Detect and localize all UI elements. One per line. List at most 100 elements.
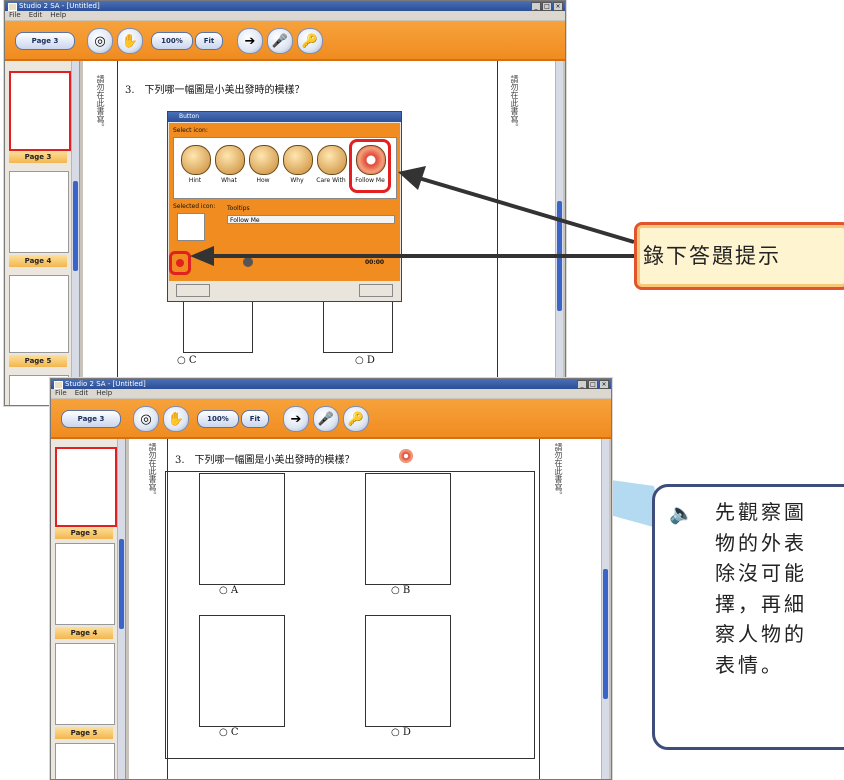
- circle-icon: ◎: [94, 33, 106, 49]
- close-button[interactable]: ×: [599, 380, 609, 389]
- thumbnail-page-6[interactable]: [55, 743, 115, 779]
- maximize-button[interactable]: □: [542, 2, 552, 11]
- follow-me-icon[interactable]: [399, 449, 413, 463]
- how-icon[interactable]: [249, 145, 279, 175]
- menu-edit[interactable]: Edit: [75, 389, 89, 398]
- scroll-thumb[interactable]: [73, 181, 78, 271]
- audio-tip-box: 🔈 先觀察圖 物的外表 除沒可能 擇，再細 察人物的 表情。: [652, 484, 844, 750]
- record-icon[interactable]: [176, 259, 184, 267]
- export-icon: ➔: [244, 33, 256, 49]
- key-button[interactable]: 🔑: [297, 28, 323, 54]
- toolbar: Page 3 ◎ ✋ 100% Fit ➔ 🎤 🔑: [5, 21, 565, 61]
- margin-note-left: 請勿在此書寫。: [148, 443, 157, 499]
- margin-note-right: 請勿在此書寫。: [554, 443, 563, 499]
- callout-text: 錄下答題提示: [643, 244, 781, 268]
- dialog-button-left[interactable]: [176, 284, 210, 297]
- thumbnail-page-4[interactable]: [55, 543, 115, 625]
- select-icon-label: Select icon:: [173, 127, 208, 134]
- dialog-title: Button: [168, 112, 401, 122]
- view-button[interactable]: ◎: [133, 406, 159, 432]
- hand-icon: ✋: [121, 33, 139, 49]
- document-scrollbar[interactable]: [601, 439, 609, 779]
- scroll-thumb[interactable]: [603, 569, 608, 699]
- fit-button[interactable]: Fit: [241, 410, 269, 428]
- option-a-image[interactable]: [199, 473, 285, 585]
- follow-me-icon[interactable]: [356, 145, 386, 175]
- menu-bar: File Edit Help: [5, 11, 565, 20]
- key-button[interactable]: 🔑: [343, 406, 369, 432]
- selected-icon-label: Selected icon:: [173, 203, 216, 210]
- thumbnail-page-3[interactable]: [9, 71, 71, 151]
- page-thumbnail-panel: Page 3 Page 4 Page 5: [5, 61, 80, 405]
- menu-edit[interactable]: Edit: [29, 11, 43, 20]
- why-icon[interactable]: [283, 145, 313, 175]
- close-button[interactable]: ×: [553, 2, 563, 11]
- record-button[interactable]: 🎤: [267, 28, 293, 54]
- export-icon: ➔: [290, 411, 302, 427]
- tooltip-value: Follow Me: [230, 217, 260, 224]
- thumbnail-scrollbar[interactable]: [117, 439, 125, 779]
- window-title: Studio 2 SA - [Untitled]: [65, 380, 146, 388]
- key-icon: 🔑: [347, 411, 365, 427]
- option-c-label[interactable]: ○ C: [177, 355, 197, 366]
- thumbnail-page-4[interactable]: [9, 171, 69, 253]
- option-c-label[interactable]: ○ C: [219, 727, 239, 738]
- hand-tool-button[interactable]: ✋: [117, 28, 143, 54]
- bottom-app-window: Studio 2 SA - [Untitled] _ □ × File Edit…: [50, 378, 612, 780]
- follow-me-label: Follow Me: [355, 177, 385, 184]
- window-title: Studio 2 SA - [Untitled]: [19, 2, 100, 10]
- zoom-control[interactable]: 100%: [197, 410, 239, 428]
- app-icon: [8, 3, 17, 11]
- page-nav-label: Page 3: [31, 37, 59, 45]
- option-b-image[interactable]: [365, 473, 451, 585]
- menu-help[interactable]: Help: [96, 389, 112, 398]
- zoom-control[interactable]: 100%: [151, 32, 193, 50]
- export-button[interactable]: ➔: [237, 28, 263, 54]
- toolbar: Page 3 ◎ ✋ 100% Fit ➔ 🎤 🔑: [51, 399, 611, 439]
- thumbnail-page-5[interactable]: [55, 643, 115, 725]
- minimize-button[interactable]: _: [531, 2, 541, 11]
- thumbnail-label: Page 5: [55, 727, 113, 739]
- what-icon[interactable]: [215, 145, 245, 175]
- zoom-value: 100%: [161, 37, 183, 45]
- option-b-label[interactable]: ○ B: [391, 585, 410, 596]
- hint-icon[interactable]: [181, 145, 211, 175]
- margin-note-left: 請勿在此書寫。: [96, 75, 105, 131]
- option-c-image[interactable]: [199, 615, 285, 727]
- record-button[interactable]: 🎤: [313, 406, 339, 432]
- option-d-label[interactable]: ○ D: [355, 355, 375, 366]
- view-button[interactable]: ◎: [87, 28, 113, 54]
- dialog-button-right[interactable]: [359, 284, 393, 297]
- dialog-body: Select icon: Hint What How Why Care With…: [169, 123, 400, 281]
- option-d-image[interactable]: [365, 615, 451, 727]
- tooltip-input[interactable]: Follow Me: [227, 215, 395, 224]
- care-with-icon[interactable]: [317, 145, 347, 175]
- page-navigator[interactable]: Page 3: [15, 32, 75, 50]
- zoom-value: 100%: [207, 415, 229, 423]
- thumbnail-scrollbar[interactable]: [71, 61, 79, 405]
- maximize-button[interactable]: □: [588, 380, 598, 389]
- option-a-label[interactable]: ○ A: [219, 585, 238, 596]
- speaker-icon: 🔈: [669, 501, 694, 525]
- fit-button[interactable]: Fit: [195, 32, 223, 50]
- title-bar: Studio 2 SA - [Untitled] _ □ ×: [5, 1, 565, 11]
- key-icon: 🔑: [301, 33, 319, 49]
- question-text: 3. 下列哪一幅圖是小美出發時的模樣？: [175, 455, 355, 466]
- export-button[interactable]: ➔: [283, 406, 309, 432]
- menu-file[interactable]: File: [55, 389, 67, 398]
- fit-label: Fit: [249, 415, 261, 423]
- menu-file[interactable]: File: [9, 11, 21, 20]
- scroll-thumb[interactable]: [119, 539, 124, 629]
- thumbnail-page-3[interactable]: [55, 447, 117, 527]
- menu-help[interactable]: Help: [50, 11, 66, 20]
- page-navigator[interactable]: Page 3: [61, 410, 121, 428]
- thumbnail-page-5[interactable]: [9, 275, 69, 353]
- document-scrollbar[interactable]: [555, 61, 563, 405]
- scroll-thumb[interactable]: [557, 201, 562, 311]
- minimize-button[interactable]: _: [577, 380, 587, 389]
- thumbnail-label: Page 3: [55, 527, 113, 539]
- option-d-label[interactable]: ○ D: [391, 727, 411, 738]
- hand-tool-button[interactable]: ✋: [163, 406, 189, 432]
- stop-icon[interactable]: [243, 257, 253, 267]
- circle-icon: ◎: [140, 411, 152, 427]
